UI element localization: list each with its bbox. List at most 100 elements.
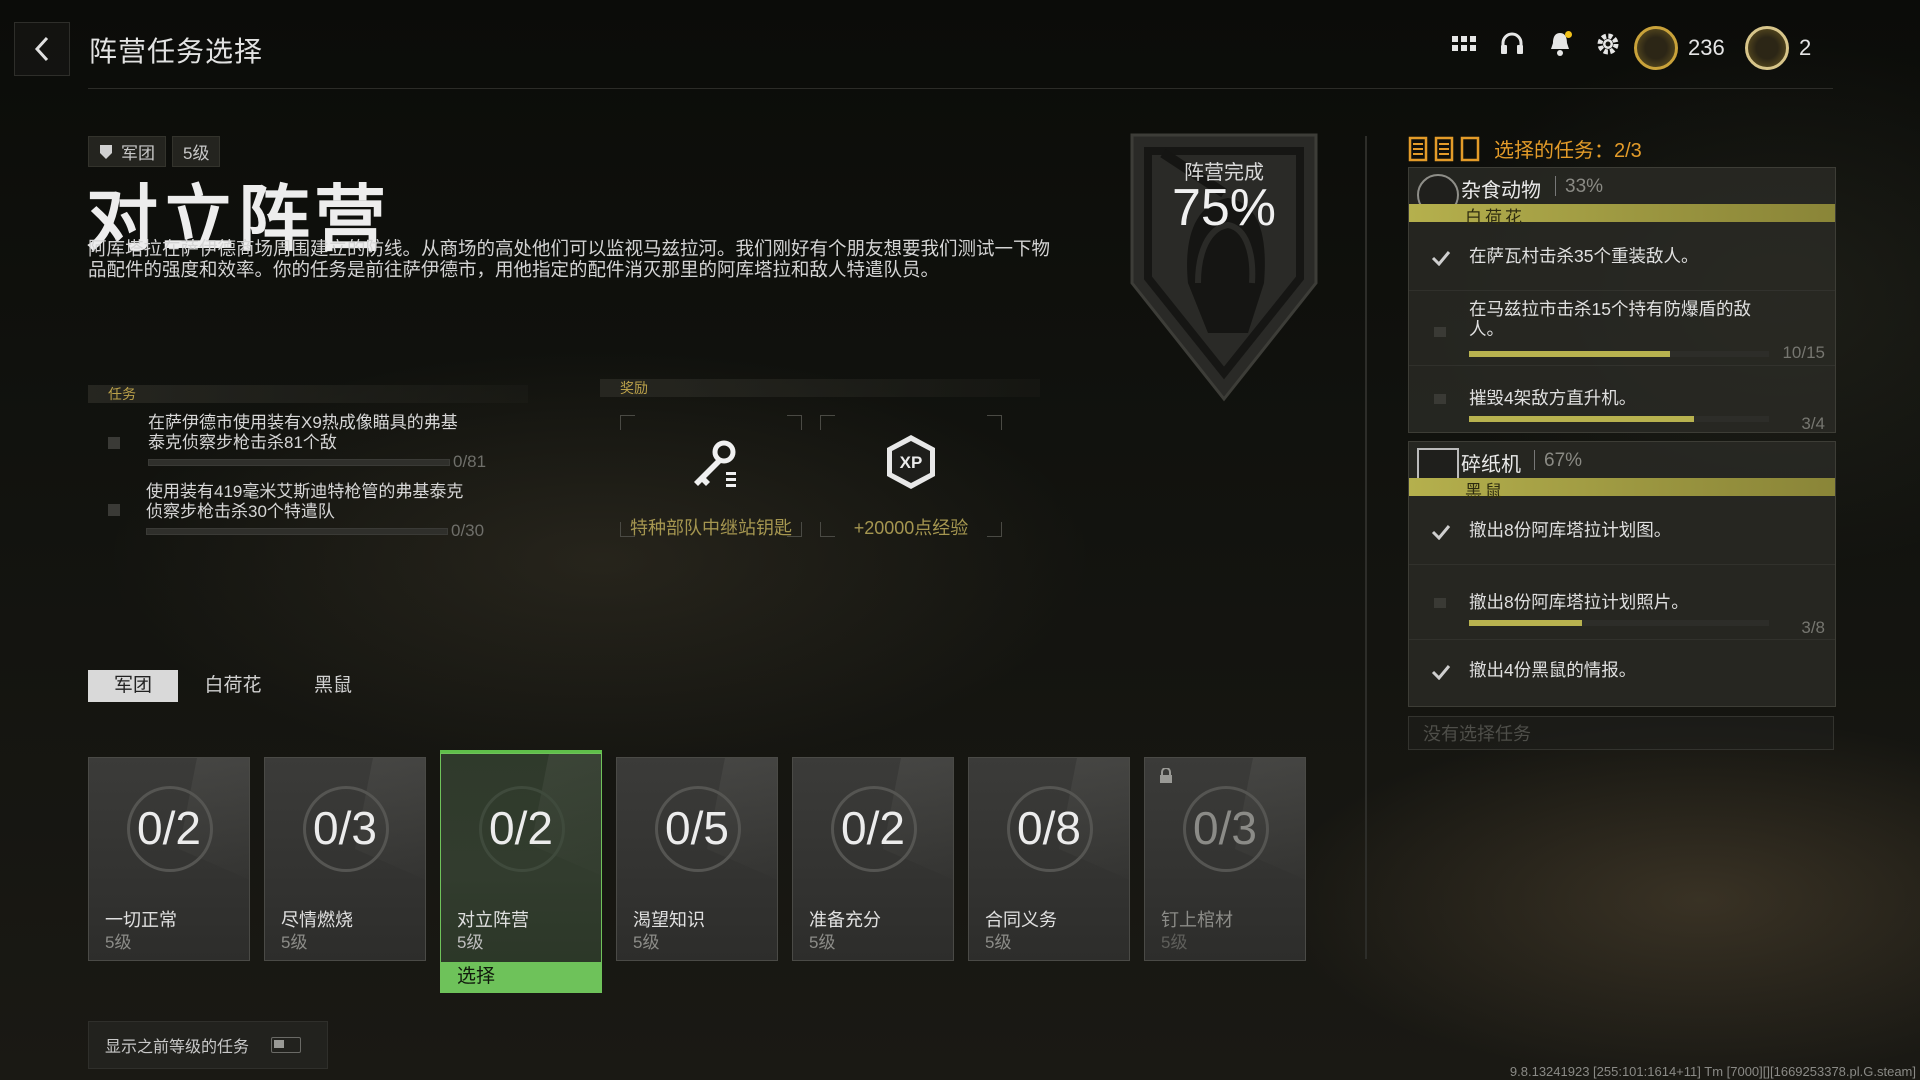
panel-mission-percent: 33%	[1565, 176, 1604, 197]
mission-description: 阿库塔拉在萨伊德商场周围建立的防线。从商场的高处他们可以监视马兹拉河。我们刚好有…	[88, 238, 1051, 280]
task-progress-bar	[148, 459, 450, 466]
show-previous-tier-toggle[interactable]	[271, 1037, 302, 1053]
task-checkbox	[108, 504, 120, 516]
card-progress: 0/3	[1193, 802, 1257, 854]
header-separator	[1555, 176, 1556, 196]
empty-mission-slot[interactable]: 没有选择任务	[1408, 716, 1834, 750]
page-title: 阵营任务选择	[89, 36, 264, 67]
grid-menu-icon[interactable]	[1450, 30, 1478, 58]
panel-task-text: 在马兹拉市击杀15个持有防爆盾的敌人。	[1469, 299, 1751, 339]
tab-white-lotus[interactable]: 白荷花	[196, 670, 270, 702]
selected-mission-panel[interactable]: 杂食动物 33% 白荷花 在萨瓦村击杀35个重装敌人。 在马兹拉市击杀15个持有…	[1408, 167, 1836, 433]
key-icon	[694, 440, 736, 487]
card-progress: 0/3	[313, 802, 377, 854]
card-level: 5级	[281, 933, 308, 952]
card-progress: 0/5	[665, 802, 729, 854]
lock-icon	[1160, 768, 1172, 783]
legion-shield-icon	[100, 144, 112, 159]
build-version-text: 9.8.13241923 [255:101:1614+11] Tm [7000]…	[1509, 1064, 1916, 1079]
mission-card[interactable]: 0/5 渴望知识 5级	[616, 757, 778, 961]
task-bullet	[1434, 327, 1446, 337]
xp-icon: XP	[887, 435, 935, 489]
card-progress: 0/8	[1017, 802, 1081, 854]
task-item: 使用装有419毫米艾斯迪特枪管的弗基泰克侦察步枪击杀30个特遣队 0/30	[108, 482, 508, 542]
card-progress: 0/2	[841, 802, 905, 854]
panel-task-progress-bar	[1469, 620, 1769, 626]
selected-missions-count: 选择的任务：2/3	[1494, 140, 1642, 162]
panel-mission-percent: 67%	[1544, 450, 1583, 471]
chevron-left-icon	[34, 36, 49, 62]
faction-band: 黑鼠	[1409, 478, 1835, 501]
show-previous-tier-toggle-row[interactable]: 显示之前等级的任务	[88, 1021, 328, 1069]
notification-dot	[1565, 31, 1572, 38]
currency-1-value: 236	[1688, 35, 1725, 60]
row-separator	[1409, 365, 1835, 366]
row-separator	[1409, 639, 1835, 640]
card-progress: 0/2	[489, 802, 553, 854]
header-divider	[88, 88, 1833, 89]
mission-card[interactable]: 0/8 合同义务 5级	[968, 757, 1130, 961]
mission-card[interactable]: 0/2 一切正常 5级	[88, 757, 250, 961]
reward-key-label: 特种部队中继站钥匙	[630, 518, 792, 538]
headset-icon[interactable]	[1498, 30, 1526, 58]
panel-task-text: 撤出8份阿库塔拉计划图。	[1469, 520, 1672, 540]
card-level: 5级	[457, 933, 484, 952]
panel-header: 碎纸机 67%	[1409, 442, 1835, 490]
card-level: 5级	[985, 933, 1012, 952]
tab-black-mous[interactable]: 黑鼠	[298, 670, 368, 702]
task-text: 使用装有419毫米艾斯迪特枪管的弗基泰克侦察步枪击杀30个特遣队	[146, 482, 464, 521]
task-bullet	[1434, 394, 1446, 404]
task-checkbox	[108, 437, 120, 449]
panel-task-text: 撤出8份阿库塔拉计划照片。	[1469, 592, 1689, 612]
vertical-divider	[1365, 136, 1367, 959]
panel-task-count: 3/4	[1801, 414, 1825, 433]
row-separator	[1409, 290, 1835, 291]
rewards-section-heading: 奖励	[600, 379, 1040, 397]
card-level: 5级	[1161, 933, 1188, 952]
checkmark-icon	[1431, 665, 1451, 680]
notification-bell-icon[interactable]	[1546, 30, 1574, 58]
toggle-label: 显示之前等级的任务	[105, 1039, 250, 1056]
svg-text:XP: XP	[900, 453, 923, 472]
currency-2-value: 2	[1799, 35, 1812, 60]
panel-faction-name: 白荷花	[1465, 208, 1525, 227]
task-progress-bar	[146, 528, 448, 535]
currency-counter-1[interactable]: 236	[1634, 26, 1725, 70]
reward-xp-label: +20000点经验	[853, 518, 969, 538]
card-progress: 0/2	[137, 802, 201, 854]
back-button[interactable]	[14, 22, 70, 76]
mission-slot-empty-icon	[1460, 136, 1480, 161]
top-icon-bar	[1450, 30, 1622, 58]
panel-header: 杂食动物 33%	[1409, 168, 1835, 216]
panel-task-count: 3/8	[1801, 618, 1825, 637]
settings-gear-icon[interactable]	[1594, 30, 1622, 58]
row-separator	[1409, 564, 1835, 565]
faction-completion-percent: 75%	[1171, 179, 1277, 237]
task-count: 0/30	[451, 521, 485, 540]
currency-counter-2[interactable]: 2	[1745, 26, 1811, 70]
selected-mission-panel[interactable]: 碎纸机 67% 黑鼠 撤出8份阿库塔拉计划图。 撤出8份阿库塔拉计划照片。 3/…	[1408, 441, 1836, 707]
card-level: 5级	[633, 933, 660, 952]
panel-faction-name: 黑鼠	[1465, 482, 1505, 501]
card-level: 5级	[809, 933, 836, 952]
mission-card-locked[interactable]: 0/3 钉上棺材 5级	[1144, 757, 1306, 961]
task-count: 0/81	[453, 452, 487, 471]
mission-card[interactable]: 0/3 尽情燃烧 5级	[264, 757, 426, 961]
checkmark-icon	[1431, 251, 1451, 266]
mission-slot-filled-icon	[1434, 136, 1454, 161]
task-text: 在萨伊德市使用装有X9热成像瞄具的弗基泰克侦察步枪击杀81个敌	[148, 413, 458, 452]
panel-mission-name: 碎纸机	[1461, 454, 1521, 476]
crown-coin-icon	[1745, 26, 1789, 70]
tab-legion[interactable]: 军团	[88, 670, 178, 702]
panel-task-text: 摧毁4架敌方直升机。	[1469, 388, 1637, 408]
panel-task-text: 在萨瓦村击杀35个重装敌人。	[1469, 246, 1699, 266]
mission-card-selected[interactable]: 0/2 对立阵营 5级 选择	[440, 753, 602, 993]
selected-missions-heading: 选择的任务：2/3	[1408, 134, 1642, 163]
panel-task-text: 撤出4份黑鼠的情报。	[1469, 660, 1637, 680]
panel-task-progress-fill	[1469, 620, 1582, 626]
checkmark-icon	[1431, 525, 1451, 540]
select-button[interactable]: 选择	[441, 962, 601, 992]
card-level: 5级	[105, 933, 132, 952]
mission-card[interactable]: 0/2 准备充分 5级	[792, 757, 954, 961]
panel-task-progress-fill	[1469, 351, 1670, 357]
